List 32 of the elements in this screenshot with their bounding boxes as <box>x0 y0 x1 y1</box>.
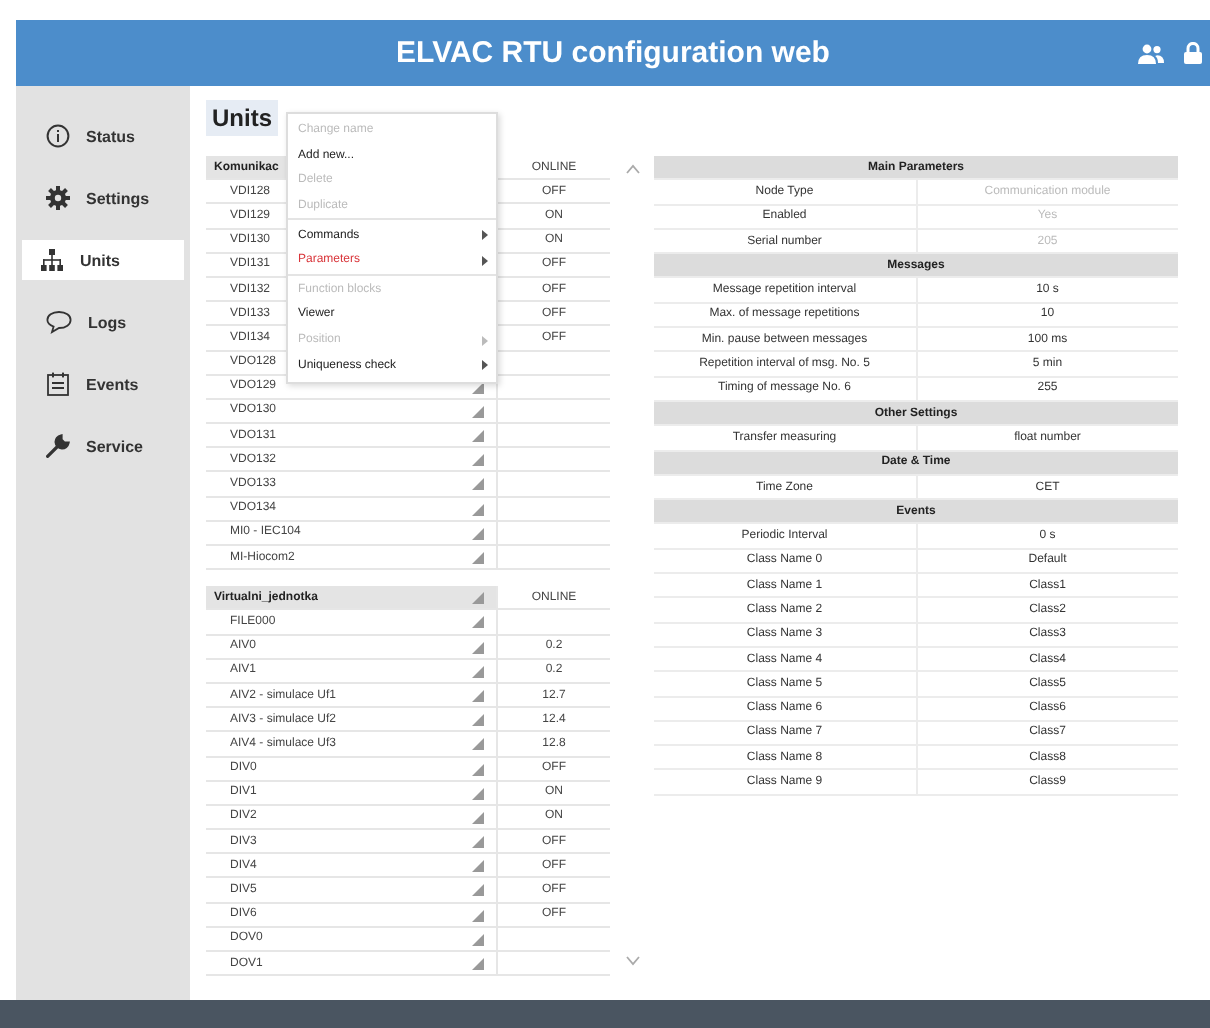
info-icon <box>46 124 70 148</box>
status-cell <box>497 545 610 570</box>
settings-icon <box>46 186 70 210</box>
submenu-arrow-icon <box>482 230 488 241</box>
submenu-arrow-icon <box>482 360 488 371</box>
calendar-icon <box>46 372 70 396</box>
scroll-up-icon[interactable] <box>625 164 639 174</box>
status-cell <box>497 447 610 472</box>
speech-bubble-icon <box>46 310 72 334</box>
wrench-icon <box>46 434 70 458</box>
sidebar-item[interactable]: Logs <box>22 302 190 342</box>
sitemap-icon <box>40 248 64 272</box>
submenu-arrow-icon <box>482 335 488 346</box>
status-cell <box>497 398 610 424</box>
users-icon[interactable] <box>1138 43 1164 63</box>
status-cell <box>497 471 610 497</box>
sidebar-item[interactable]: Units <box>22 240 184 280</box>
status-cell <box>497 926 610 951</box>
status-cell <box>497 951 610 976</box>
submenu-arrow-icon <box>482 255 488 266</box>
sidebar-item[interactable]: Events <box>22 364 190 404</box>
lock-icon[interactable] <box>1184 42 1202 64</box>
page-title: Units <box>206 100 278 136</box>
sidebar-item[interactable]: Service <box>22 426 190 466</box>
status-cell <box>497 520 610 545</box>
status-cell <box>497 609 610 635</box>
sidebar-item[interactable]: Status <box>22 116 190 156</box>
status-cell <box>497 423 610 448</box>
status-cell <box>497 496 610 521</box>
scroll-down-icon[interactable] <box>625 956 639 966</box>
app-title: ELVAC RTU configuration web <box>396 36 830 70</box>
sidebar-item[interactable]: Settings <box>22 178 190 218</box>
